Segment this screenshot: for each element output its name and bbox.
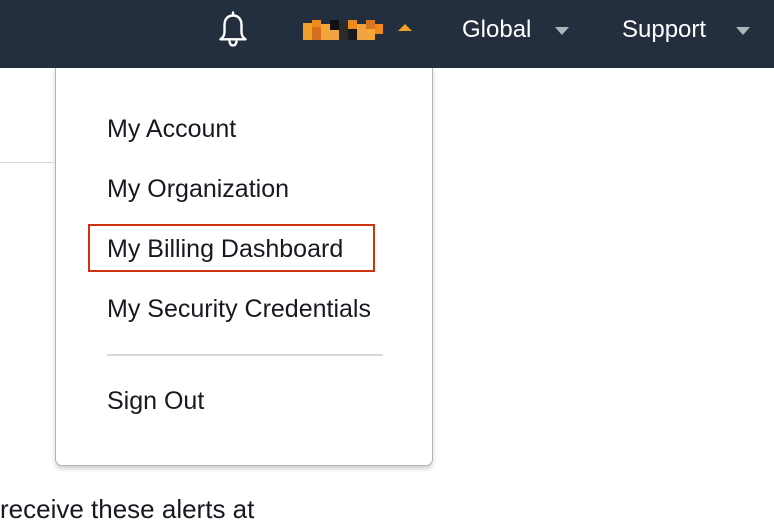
menu-item-my-security-credentials[interactable]: My Security Credentials	[107, 292, 371, 326]
caret-up-icon	[398, 24, 412, 31]
bell-icon[interactable]	[214, 10, 252, 48]
menu-divider	[107, 354, 383, 356]
menu-item-my-billing-dashboard[interactable]: My Billing Dashboard	[107, 232, 343, 266]
background-page-text: receive these alerts at	[0, 494, 255, 524]
redacted-account-name	[303, 20, 383, 40]
caret-down-icon	[736, 27, 750, 35]
menu-item-my-organization[interactable]: My Organization	[107, 172, 289, 206]
page-section-divider	[0, 162, 54, 163]
top-navigation-bar: Global Support	[0, 0, 774, 68]
account-menu-toggle[interactable]	[303, 14, 418, 46]
menu-item-my-account[interactable]: My Account	[107, 112, 236, 146]
sign-out-button[interactable]: Sign Out	[107, 384, 204, 418]
account-dropdown-menu: My Account My Organization My Billing Da…	[55, 68, 433, 466]
support-label: Support	[622, 16, 707, 43]
region-menu[interactable]: Global	[462, 14, 569, 46]
region-label: Global	[462, 16, 532, 43]
caret-down-icon	[555, 27, 569, 35]
support-menu[interactable]: Support	[622, 14, 750, 46]
